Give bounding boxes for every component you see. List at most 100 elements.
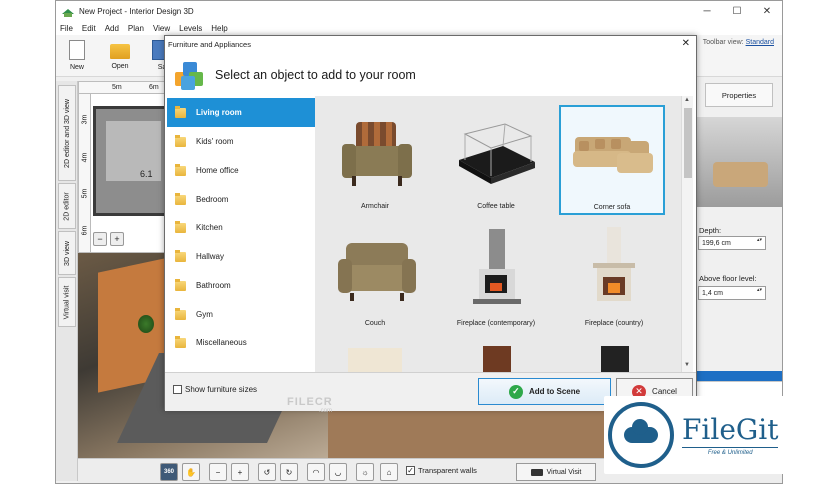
tab-properties[interactable]: Properties — [705, 83, 773, 107]
add-to-scene-label: Add to Scene — [528, 387, 581, 396]
category-home-office[interactable]: Home office — [167, 156, 319, 185]
360-view-button[interactable]: 360 — [160, 463, 178, 481]
toolbar-view-link[interactable]: Standard — [746, 39, 774, 46]
menu-edit[interactable]: Edit — [82, 24, 96, 33]
folder-icon — [175, 163, 186, 176]
room-shape[interactable] — [106, 121, 161, 181]
item-armchair[interactable]: Armchair — [322, 106, 428, 216]
tab-3d-view[interactable]: 3D view — [58, 231, 76, 275]
menu-add[interactable]: Add — [105, 24, 119, 33]
rotate-right-icon[interactable]: ↻ — [280, 463, 298, 481]
partial-thumbnail — [601, 346, 629, 372]
item-label: Fireplace (country) — [584, 320, 644, 327]
home-icon[interactable]: ⌂ — [380, 463, 398, 481]
scroll-down-icon[interactable]: ▼ — [684, 362, 690, 368]
virtual-visit-label: Virtual Visit — [546, 468, 582, 476]
item-label: Couch — [364, 320, 386, 327]
ruler-left: 3m 4m 5m 6m — [79, 94, 91, 252]
partial-thumbnail — [483, 346, 511, 372]
show-sizes-checkbox[interactable] — [173, 385, 182, 394]
dialog-close-icon[interactable]: ✕ — [682, 38, 690, 49]
show-sizes-toggle[interactable]: Show furniture sizes — [173, 385, 257, 394]
ruler-tick: 6m — [81, 225, 89, 236]
menu-levels[interactable]: Levels — [179, 24, 202, 33]
grid-scrollbar[interactable]: ▲ ▼ — [681, 96, 693, 372]
menu-plan[interactable]: Plan — [128, 24, 144, 33]
category-label: Bathroom — [196, 281, 231, 290]
floor-plan[interactable]: 6.1 — [93, 106, 172, 216]
item-coffee-table[interactable]: Coffee table — [443, 106, 549, 216]
filegit-text: FileGit Free & Unlimited — [682, 412, 779, 456]
hand-pan-icon[interactable]: ✋ — [182, 463, 200, 481]
item-partial[interactable] — [561, 340, 667, 372]
rotate-left-icon[interactable]: ↺ — [258, 463, 276, 481]
tab-virtual-visit-label: Virtual visit — [63, 285, 71, 319]
depth-label: Depth: — [699, 226, 722, 235]
folder-icon — [175, 134, 186, 147]
minimize-icon[interactable]: ─ — [692, 1, 722, 21]
couch-thumbnail — [338, 243, 416, 301]
category-kitchen[interactable]: Kitchen — [167, 213, 319, 242]
plan-editor[interactable]: 5m 6m 3m 4m 5m 6m 6.1 − + — [78, 81, 173, 253]
item-fireplace-contemporary[interactable]: Fireplace (contemporary) — [443, 223, 549, 333]
new-document-icon — [69, 40, 85, 60]
item-partial[interactable] — [443, 340, 549, 372]
category-label: Kids' room — [196, 137, 234, 146]
item-partial[interactable] — [322, 340, 428, 372]
item-fireplace-country[interactable]: Fireplace (country) — [561, 223, 667, 333]
zoom-out-icon[interactable]: − — [93, 232, 107, 246]
above-floor-input[interactable]: 1,4 cm — [698, 286, 766, 300]
new-button[interactable]: New — [59, 38, 95, 74]
transparent-walls-checkbox[interactable]: ✓ — [406, 466, 415, 475]
vr-headset-icon — [530, 468, 543, 476]
ruler-top: 5m 6m — [79, 82, 172, 94]
transparent-walls-label: Transparent walls — [418, 466, 477, 475]
category-kids-room[interactable]: Kids' room — [167, 127, 319, 156]
ruler-tick: 5m — [112, 84, 122, 91]
item-label: Corner sofa — [593, 204, 631, 211]
category-label: Miscellaneous — [196, 338, 247, 347]
category-hallway[interactable]: Hallway — [167, 242, 319, 271]
coffee-table-thumbnail — [459, 123, 535, 184]
open-button[interactable]: Open — [102, 38, 138, 74]
category-label: Hallway — [196, 252, 225, 261]
scroll-up-icon[interactable]: ▲ — [684, 97, 690, 103]
tab-virtual-visit[interactable]: Virtual visit — [58, 277, 76, 327]
category-bedroom[interactable]: Bedroom — [167, 185, 319, 214]
maximize-icon[interactable]: ☐ — [722, 1, 752, 21]
light-bulb-icon[interactable]: ☼ — [356, 463, 374, 481]
category-living-room[interactable]: Living room — [167, 98, 326, 127]
add-to-scene-button[interactable]: ✓ Add to Scene — [478, 378, 611, 405]
menu-help[interactable]: Help — [211, 24, 227, 33]
room-number: 6.1 — [140, 169, 153, 179]
corner-sofa-thumbnail — [573, 137, 653, 173]
plant — [138, 315, 154, 333]
item-corner-sofa[interactable]: Corner sofa — [559, 105, 665, 215]
cancel-label: Cancel — [652, 387, 677, 396]
sofa-preview — [713, 162, 768, 187]
menu-file[interactable]: File — [60, 24, 73, 33]
transparent-walls-toggle[interactable]: ✓ Transparent walls — [406, 466, 477, 475]
tilt-down-icon[interactable]: ◡ — [329, 463, 347, 481]
zoom-out-icon[interactable]: − — [209, 463, 227, 481]
close-icon[interactable]: ✕ — [752, 1, 782, 21]
filegit-name: FileGit — [682, 412, 779, 446]
tab-2d-3d[interactable]: 2D editor and 3D view — [58, 85, 76, 181]
folder-icon — [175, 192, 186, 205]
depth-input[interactable]: 199,6 cm — [698, 236, 766, 250]
scroll-thumb[interactable] — [684, 108, 692, 178]
zoom-in-icon[interactable]: + — [110, 232, 124, 246]
menu-view[interactable]: View — [153, 24, 170, 33]
object-preview — [695, 117, 782, 207]
tilt-up-icon[interactable]: ◠ — [307, 463, 325, 481]
filegit-logo-icon — [608, 402, 674, 468]
category-miscellaneous[interactable]: Miscellaneous — [167, 328, 319, 357]
category-label: Home office — [196, 166, 239, 175]
virtual-visit-button[interactable]: Virtual Visit — [516, 463, 596, 481]
zoom-in-icon[interactable]: + — [231, 463, 249, 481]
category-bathroom[interactable]: Bathroom — [167, 271, 319, 300]
category-label: Bedroom — [196, 195, 229, 204]
category-gym[interactable]: Gym — [167, 300, 319, 329]
tab-2d-editor[interactable]: 2D editor — [58, 183, 76, 229]
item-couch[interactable]: Couch — [322, 223, 428, 333]
